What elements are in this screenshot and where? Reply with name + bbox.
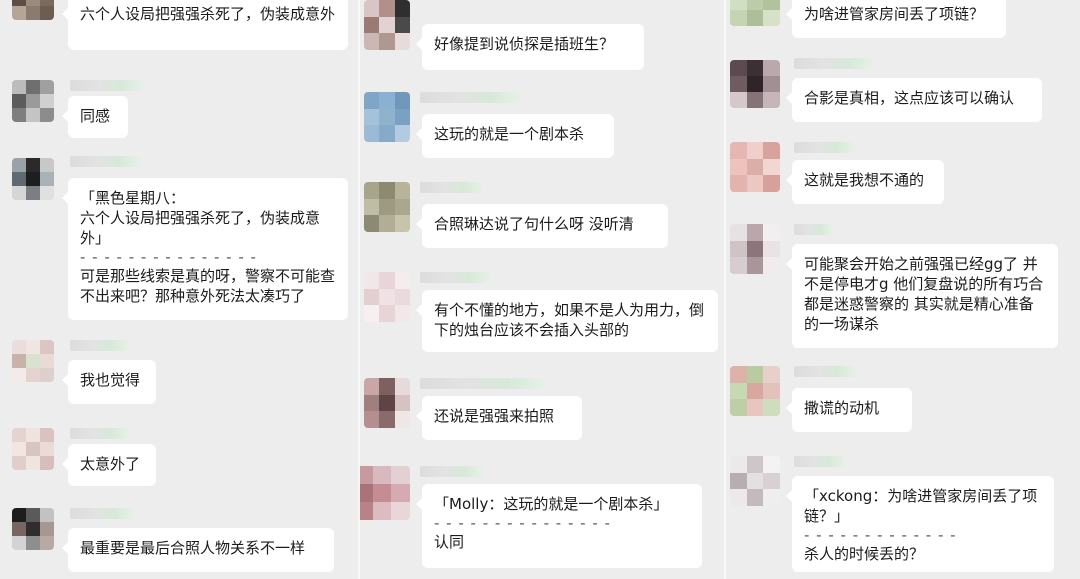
- message-bubble[interactable]: 合影是真相，这点应该可以确认: [786, 78, 1042, 122]
- message-text: 撒谎的动机: [804, 399, 880, 417]
- message-text: 六个人设局把强强杀死了，伪装成意外: [80, 5, 336, 23]
- message-text: 杀人的时候丢的？: [804, 545, 925, 563]
- quote-divider: - - - - - - - - - - - - -: [804, 526, 957, 544]
- message-text: 这就是我想不通的: [804, 171, 925, 189]
- nickname: [420, 466, 482, 477]
- avatar[interactable]: [12, 340, 54, 382]
- message-bubble[interactable]: 好像提到说侦探是插班生？: [416, 24, 644, 70]
- message-text: 最重要是最后合照人物关系不一样: [80, 539, 306, 557]
- quote-divider: - - - - - - - - - - - - - - -: [80, 248, 257, 266]
- nickname: [794, 142, 854, 153]
- nickname: [420, 378, 544, 389]
- avatar[interactable]: [730, 60, 780, 108]
- avatar[interactable]: [360, 466, 410, 520]
- nickname: [420, 92, 520, 103]
- nickname: [70, 428, 128, 439]
- message-bubble[interactable]: 还说是强强来拍照: [416, 396, 582, 440]
- avatar[interactable]: [364, 182, 410, 232]
- message-bubble[interactable]: 我也觉得: [62, 360, 156, 404]
- nickname: [794, 456, 844, 467]
- avatar[interactable]: [730, 366, 780, 416]
- quote-text: 「xckong：为啥进管家房间丢了项链？」: [804, 487, 1038, 525]
- message-bubble[interactable]: 同感: [62, 96, 128, 138]
- message-text: 认同: [434, 533, 465, 551]
- avatar[interactable]: [12, 80, 54, 122]
- nickname: [70, 340, 128, 351]
- message-text: 合影是真相，这点应该可以确认: [804, 89, 1015, 107]
- message-text: 同感: [80, 107, 111, 125]
- message-text: 还说是强强来拍照: [434, 407, 555, 425]
- message-bubble[interactable]: 撒谎的动机: [786, 388, 912, 432]
- message-bubble[interactable]: 有个不懂的地方，如果不是人为用力，倒下的烛台应该不会插入头部的: [416, 290, 718, 352]
- message-text: 为啥进管家房间丢了项链？: [804, 5, 985, 23]
- message-text: 可是那些线索是真的呀，警察不可能查不出来吧？那种意外死法太凑巧了: [80, 267, 336, 305]
- avatar[interactable]: [730, 456, 780, 506]
- message-bubble[interactable]: 「Molly：这玩的就是一个剧本杀」 - - - - - - - - - - -…: [416, 484, 702, 568]
- chat-column-1: 六个人设局把强强杀死了，伪装成意外 同感 「黑色星期八： 六个人设局把强强杀死了…: [0, 0, 358, 579]
- avatar[interactable]: [730, 0, 780, 26]
- message-bubble[interactable]: 可能聚会开始之前强强已经gg了 并不是停电才g 他们复盘说的所有巧合都是迷惑警察…: [786, 244, 1058, 348]
- message-bubble[interactable]: 这就是我想不通的: [786, 160, 944, 204]
- message-text: 这玩的就是一个剧本杀: [434, 125, 585, 143]
- quote-header: 「黑色星期八：: [80, 189, 186, 207]
- message-bubble[interactable]: 为啥进管家房间丢了项链？: [786, 0, 1006, 38]
- quote-divider: - - - - - - - - - - - - - - -: [434, 514, 611, 532]
- message-bubble[interactable]: 太意外了: [62, 444, 156, 486]
- avatar[interactable]: [12, 0, 54, 20]
- avatar[interactable]: [364, 0, 410, 50]
- message-text: 太意外了: [80, 455, 141, 473]
- nickname: [70, 80, 142, 91]
- message-bubble[interactable]: 合照琳达说了句什么呀 没听清: [416, 204, 668, 248]
- chat-column-3: 为啥进管家房间丢了项链？ 合影是真相，这点应该可以确认 这就是我想不通的 可能聚…: [724, 0, 1080, 579]
- nickname: [70, 156, 140, 167]
- quote-text: 「Molly：这玩的就是一个剧本杀」: [434, 495, 669, 513]
- avatar[interactable]: [730, 224, 780, 274]
- nickname: [794, 58, 872, 69]
- avatar[interactable]: [12, 508, 54, 550]
- message-text: 我也觉得: [80, 371, 141, 389]
- avatar[interactable]: [12, 428, 54, 470]
- nickname: [794, 366, 856, 377]
- avatar[interactable]: [12, 158, 54, 200]
- avatar[interactable]: [364, 92, 410, 142]
- nickname: [70, 508, 134, 519]
- message-text: 有个不懂的地方，如果不是人为用力，倒下的烛台应该不会插入头部的: [434, 301, 705, 339]
- quote-body: 六个人设局把强强杀死了，伪装成意外」: [80, 209, 321, 247]
- chat-column-2: 好像提到说侦探是插班生？ 这玩的就是一个剧本杀 合照琳达说了句什么呀 没听清 有…: [358, 0, 724, 579]
- nickname: [420, 182, 482, 193]
- message-bubble[interactable]: 最重要是最后合照人物关系不一样: [62, 528, 334, 572]
- message-bubble[interactable]: 「xckong：为啥进管家房间丢了项链？」 - - - - - - - - - …: [786, 476, 1054, 572]
- message-bubble[interactable]: 这玩的就是一个剧本杀: [416, 114, 614, 158]
- message-text: 好像提到说侦探是插班生？: [434, 35, 615, 53]
- nickname: [794, 224, 832, 235]
- message-text: 可能聚会开始之前强强已经gg了 并不是停电才g 他们复盘说的所有巧合都是迷惑警察…: [804, 255, 1044, 333]
- nickname: [420, 272, 490, 283]
- message-text: 合照琳达说了句什么呀 没听清: [434, 215, 634, 233]
- message-bubble[interactable]: 「黑色星期八： 六个人设局把强强杀死了，伪装成意外」 - - - - - - -…: [62, 178, 348, 320]
- avatar[interactable]: [364, 272, 410, 322]
- message-bubble[interactable]: 六个人设局把强强杀死了，伪装成意外: [62, 0, 348, 50]
- avatar[interactable]: [730, 142, 780, 192]
- avatar[interactable]: [364, 378, 410, 428]
